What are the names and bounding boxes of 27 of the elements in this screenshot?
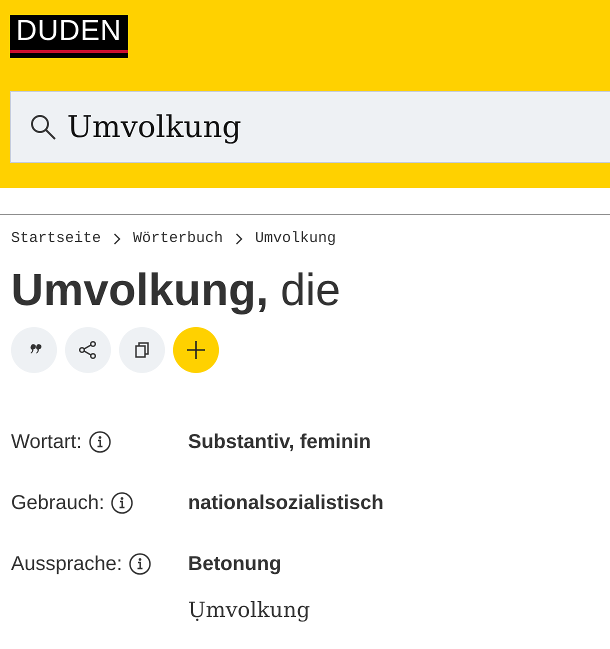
property-label: Gebrauch: [11, 492, 104, 514]
add-button[interactable] [173, 326, 219, 372]
chevron-icon [113, 232, 122, 244]
share-icon [77, 338, 99, 360]
search-bar[interactable]: Umvolkung [10, 91, 610, 163]
info-icon[interactable] [88, 431, 111, 453]
property-value: Betonung [188, 552, 282, 576]
property-label: Aussprache: [11, 552, 122, 576]
plus-icon [185, 338, 207, 360]
chevron-icon [235, 232, 244, 244]
info-icon[interactable] [111, 492, 134, 514]
headword: Umvolkung, [11, 265, 269, 314]
breadcrumb-link[interactable]: Startseite [11, 230, 102, 247]
search-field[interactable]: Umvolkung [67, 110, 610, 144]
logo[interactable]: DUDEN [10, 15, 128, 58]
property-label: Wortart: [11, 430, 82, 454]
stress-word: Ụmvolkung [188, 598, 312, 622]
info-icon[interactable] [129, 553, 152, 575]
breadcrumb-link[interactable]: Umvolkung [255, 230, 336, 247]
property-value: nationalsozialistisch [188, 492, 385, 514]
article: die [280, 265, 341, 314]
share-button[interactable] [65, 326, 111, 372]
copy-button[interactable] [119, 326, 165, 372]
property-value: Substantiv, feminin [188, 430, 372, 454]
search-icon [29, 113, 57, 141]
breadcrumb-link[interactable]: Wörterbuch [133, 230, 224, 247]
cite-button[interactable] [11, 326, 57, 372]
